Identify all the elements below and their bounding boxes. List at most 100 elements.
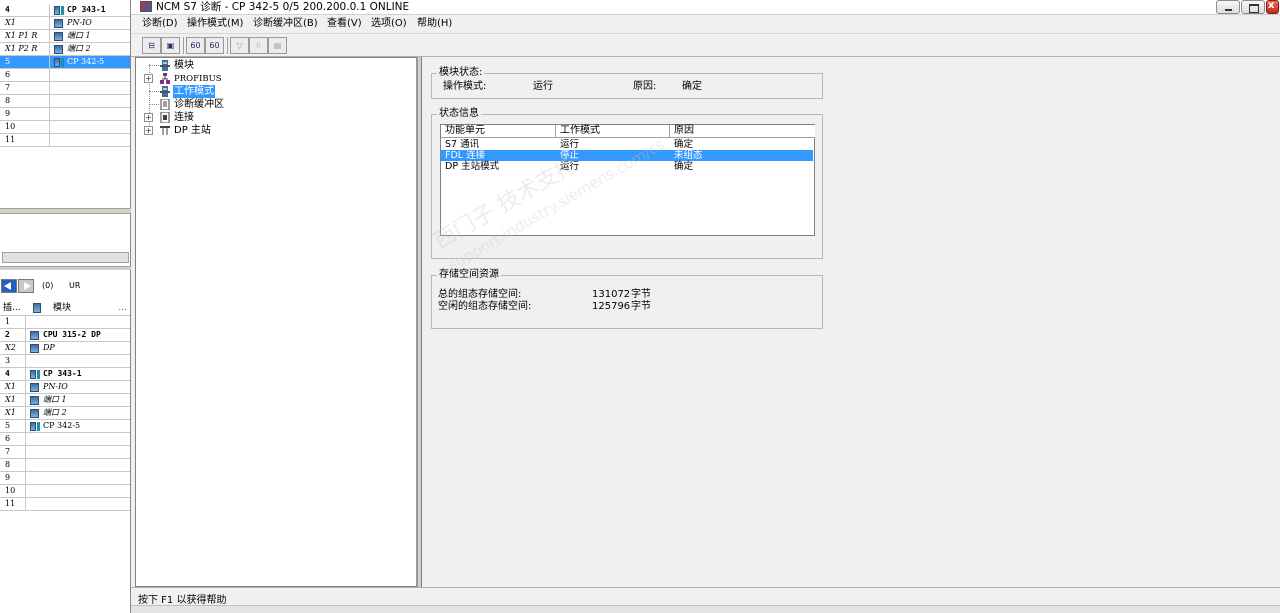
module-cell: 端口 2	[27, 407, 130, 420]
table-row[interactable]: X1 PN-IO	[0, 17, 130, 30]
table-row[interactable]: 1	[0, 316, 130, 329]
module-icon	[54, 58, 64, 67]
table-row[interactable]: 11	[0, 498, 130, 511]
maximize-button[interactable]	[1241, 0, 1265, 14]
back-arrow-icon[interactable]	[1, 279, 17, 293]
table-row[interactable]: 11	[0, 134, 130, 147]
table-row[interactable]: 10	[0, 121, 130, 134]
list-item[interactable]: DP 主站模式 运行 确定	[441, 161, 813, 172]
module-cell	[27, 446, 130, 459]
module-icon	[54, 6, 64, 15]
app-icon	[140, 1, 152, 12]
connection-icon	[160, 112, 170, 123]
module-icon	[30, 383, 39, 392]
module-cell	[27, 498, 130, 511]
table-row[interactable]: 10	[0, 485, 130, 498]
tree-item-diag-buffer[interactable]: 诊断缓冲区	[160, 98, 225, 111]
table-row[interactable]: 4 CP 343-1	[0, 4, 130, 17]
slot-cell: 11	[0, 498, 26, 511]
pane-separator-lower[interactable]	[0, 266, 131, 270]
status-text: 按下 F1 以获得帮助	[138, 595, 227, 606]
slot-cell: 1	[0, 316, 26, 329]
module-name: 端口 2	[43, 408, 67, 417]
column-header-reason[interactable]: 原因	[670, 125, 815, 138]
status-list[interactable]: 功能单元 工作模式 原因 S7 通讯 运行 确定 FDL 连接 停止 未组态 D…	[440, 124, 815, 236]
module-icon	[30, 409, 39, 418]
table-row[interactable]: X1 PN-IO	[0, 381, 130, 394]
info-button[interactable]: ▤	[268, 37, 287, 54]
table-row[interactable]: X2 DP	[0, 342, 130, 355]
module-cell: PN-IO	[51, 17, 130, 30]
table-row[interactable]: 8	[0, 459, 130, 472]
tree-item-profibus[interactable]: + PROFIBUS	[144, 72, 223, 85]
table-row[interactable]: 7	[0, 446, 130, 459]
reason-value: 确定	[682, 81, 702, 92]
close-button[interactable]: x	[1266, 0, 1279, 14]
pane-separator[interactable]	[0, 208, 131, 214]
expand-icon[interactable]: +	[144, 74, 153, 83]
minimize-button[interactable]	[1216, 0, 1240, 14]
module-cell	[51, 121, 130, 134]
refresh-button[interactable]: 60	[186, 37, 205, 54]
table-row[interactable]: 6	[0, 69, 130, 82]
table-row[interactable]: 9	[0, 472, 130, 485]
slot-cell: X1	[0, 394, 26, 407]
list-item[interactable]: S7 通讯 运行 确定	[441, 139, 813, 150]
slot-cell: 9	[0, 108, 50, 121]
module-column-header[interactable]: 模块	[53, 301, 71, 315]
menu-view[interactable]: 查看(V)	[327, 16, 362, 31]
slot-cell: 6	[0, 433, 26, 446]
tree-item-label: 工作模式	[173, 85, 215, 98]
module-icon	[30, 396, 39, 405]
table-row[interactable]: X1 端口 1	[0, 394, 130, 407]
slot-column-header[interactable]: 插...	[3, 301, 21, 315]
table-row[interactable]: 6	[0, 433, 130, 446]
tree-item-module[interactable]: 模块	[160, 59, 195, 72]
value-button[interactable]: ⁝⁝	[249, 37, 268, 54]
module-cell: 端口 2	[51, 43, 130, 56]
title-bar[interactable]: NCM S7 诊断 - CP 342-5 0/5 200.200.0.1 ONL…	[131, 0, 1280, 15]
table-row[interactable]: X1 端口 2	[0, 407, 130, 420]
refresh-all-button[interactable]: 60	[205, 37, 224, 54]
table-row[interactable]: 8	[0, 95, 130, 108]
filter-button[interactable]: ▽	[230, 37, 249, 54]
forward-arrow-icon[interactable]	[18, 279, 34, 293]
cell-unit: FDL 连接	[445, 150, 486, 161]
menu-help[interactable]: 帮助(H)	[417, 16, 452, 31]
table-row[interactable]: X1 P1 R 端口 1	[0, 30, 130, 43]
table-row[interactable]: 9	[0, 108, 130, 121]
tree-item-operating-mode[interactable]: 工作模式	[160, 85, 215, 98]
free-memory-value: 125796	[592, 301, 631, 312]
module-icon	[54, 32, 63, 41]
table-row[interactable]: X1 P2 R 端口 2	[0, 43, 130, 56]
module-status-title: 模块状态:	[437, 67, 485, 79]
connect-button[interactable]: ⊟	[142, 37, 161, 54]
table-row[interactable]: 2 CPU 315-2 DP	[0, 329, 130, 342]
column-header-mode[interactable]: 工作模式	[556, 125, 670, 138]
tree-item-dp-master[interactable]: + DP 主站	[144, 124, 212, 137]
menu-options[interactable]: 选项(O)	[371, 16, 407, 31]
dp-icon	[160, 126, 170, 135]
list-item-selected[interactable]: FDL 连接 停止 未组态	[441, 150, 813, 161]
menu-diagnostics[interactable]: 诊断(D)	[142, 16, 178, 31]
table-row[interactable]: 3	[0, 355, 130, 368]
module-icon	[30, 422, 40, 431]
menu-operating-mode[interactable]: 操作模式(M)	[187, 16, 243, 31]
slot-cell: 7	[0, 82, 50, 95]
print-button[interactable]: ▣	[161, 37, 180, 54]
menu-diag-buffer[interactable]: 诊断缓冲区(B)	[253, 16, 318, 31]
table-row[interactable]: 7	[0, 82, 130, 95]
cell-mode: 运行	[560, 161, 580, 172]
expand-icon[interactable]: +	[144, 113, 153, 122]
hw-config-window: 4 CP 343-1 X1 PN-IO X1 P1 R 端口 1 X1 P2 R 端口 2 5 C…	[0, 0, 131, 613]
table-row[interactable]: 4 CP 343-1	[0, 368, 130, 381]
table-row[interactable]: 5 CP 342-5	[0, 420, 130, 433]
module-cell	[27, 459, 130, 472]
horizontal-scrollbar[interactable]	[2, 252, 129, 263]
module-cell: DP	[27, 342, 130, 355]
expand-icon[interactable]: +	[144, 126, 153, 135]
table-row[interactable]: 5 CP 342-5	[0, 56, 130, 69]
column-header-unit[interactable]: 功能单元	[441, 125, 556, 138]
tree-item-connections[interactable]: + 连接	[144, 111, 195, 124]
tree-item-label: DP 主站	[174, 125, 211, 136]
